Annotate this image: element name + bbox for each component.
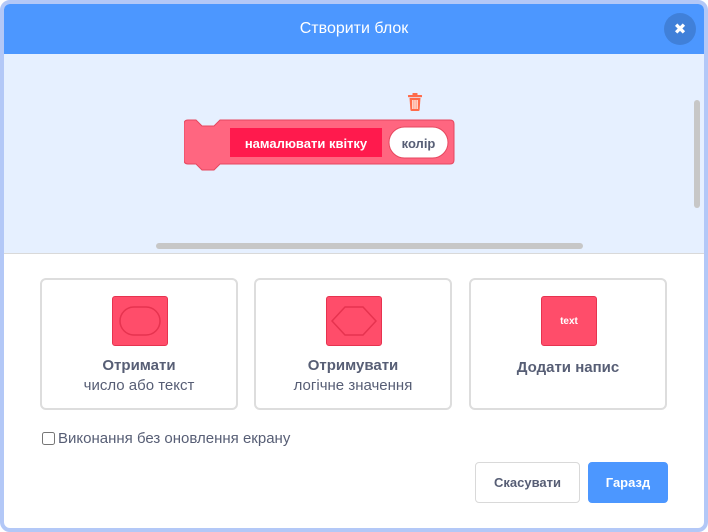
block-argument-label: колір	[402, 136, 436, 151]
label-text-icon: text	[541, 296, 597, 346]
run-without-refresh-row: Виконання без оновлення екрану	[42, 429, 290, 447]
add-boolean-input-button[interactable]: Отримувати логічне значення	[254, 278, 452, 410]
custom-block[interactable]: намалювати квітку колір	[184, 116, 458, 176]
input-options: Отримати число або текст Отримувати логі…	[40, 278, 668, 410]
run-without-refresh-label[interactable]: Виконання без оновлення екрану	[58, 430, 290, 447]
boolean-input-icon	[326, 296, 382, 346]
dialog-header: Створити блок ✖	[4, 4, 704, 54]
block-preview-workspace: намалювати квітку колір	[4, 54, 704, 254]
vertical-scrollbar[interactable]	[694, 100, 700, 208]
cancel-button[interactable]: Скасувати	[475, 462, 580, 503]
number-text-input-icon	[112, 296, 168, 346]
horizontal-scrollbar[interactable]	[156, 243, 583, 249]
option-subtitle: логічне значення	[293, 377, 413, 394]
ok-button[interactable]: Гаразд	[588, 462, 668, 503]
add-number-text-input-button[interactable]: Отримати число або текст	[40, 278, 238, 410]
label-text-icon-caption: text	[560, 315, 578, 327]
add-label-text-button[interactable]: text Додати напис	[469, 278, 667, 410]
create-block-dialog: Створити блок ✖ намалювати квітку колір	[0, 0, 708, 532]
option-subtitle: число або текст	[83, 377, 195, 394]
close-button[interactable]: ✖	[664, 13, 696, 45]
trash-icon[interactable]	[405, 92, 425, 112]
block-label: намалювати квітку	[245, 136, 368, 151]
option-title: Отримати	[102, 357, 176, 374]
option-title: Отримувати	[307, 357, 399, 374]
dialog-title: Створити блок	[299, 20, 409, 37]
option-title: Додати напис	[516, 359, 620, 376]
run-without-refresh-checkbox[interactable]	[42, 431, 55, 445]
close-icon: ✖	[673, 20, 687, 38]
